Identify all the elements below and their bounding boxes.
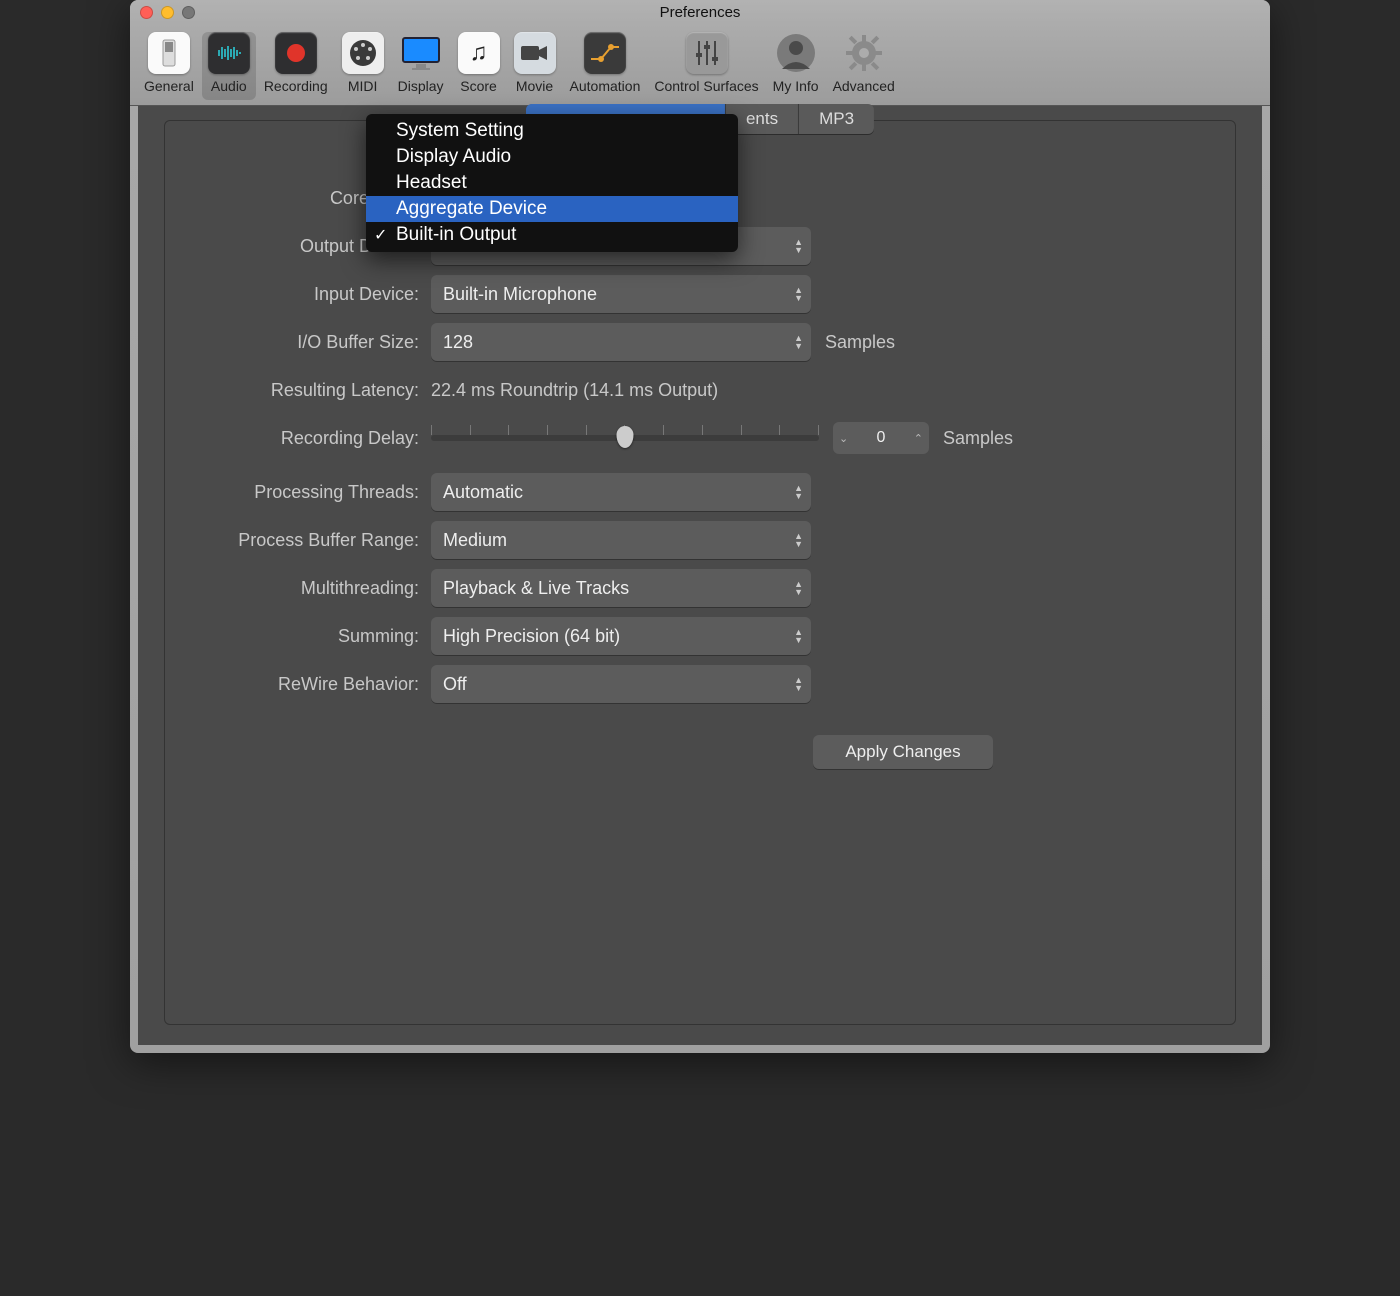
menu-item-display-audio[interactable]: Display Audio <box>366 144 738 170</box>
label-io-buffer: I/O Buffer Size: <box>185 332 431 353</box>
tab-label: Display <box>398 78 444 94</box>
tab-label: Control Surfaces <box>654 78 758 94</box>
tab-label: Movie <box>516 78 553 94</box>
tab-label: General <box>144 78 194 94</box>
titlebar: Preferences <box>130 0 1270 24</box>
menu-item-headset[interactable]: Headset <box>366 170 738 196</box>
tab-display[interactable]: Display <box>392 32 450 100</box>
camera-icon <box>514 32 556 74</box>
settings-panel: ents MP3 Core Audio Output Device: ▲▼ In… <box>164 120 1236 1025</box>
label-latency: Resulting Latency: <box>185 380 431 401</box>
recording-delay-value[interactable]: ⌄ 0 ⌃ <box>833 422 929 454</box>
tab-advanced[interactable]: Advanced <box>827 32 901 100</box>
window-title: Preferences <box>130 4 1270 21</box>
tab-control-surfaces[interactable]: Control Surfaces <box>648 32 764 100</box>
toolbar: General Audio Recording MIDI Display <box>130 24 1270 106</box>
tab-label: MIDI <box>348 78 378 94</box>
chevron-up-icon[interactable]: ⌃ <box>914 432 923 445</box>
label-multithreading: Multithreading: <box>185 578 431 599</box>
input-device-select[interactable]: Built-in Microphone ▲▼ <box>431 275 811 313</box>
summing-select[interactable]: High Precision (64 bit) ▲▼ <box>431 617 811 655</box>
score-icon: ♫ <box>458 32 500 74</box>
menu-item-system-setting[interactable]: System Setting <box>366 118 738 144</box>
tab-label: Audio <box>211 78 247 94</box>
unit-samples: Samples <box>825 332 895 353</box>
stepper-icon: ▲▼ <box>794 532 803 548</box>
select-value: High Precision (64 bit) <box>443 626 620 647</box>
select-value: 128 <box>443 332 473 353</box>
subtab-mp3[interactable]: MP3 <box>799 104 874 134</box>
tab-label: Score <box>460 78 497 94</box>
midi-icon <box>342 32 384 74</box>
monitor-icon <box>400 32 442 74</box>
tab-general[interactable]: General <box>138 32 200 100</box>
tab-label: My Info <box>773 78 819 94</box>
tab-midi[interactable]: MIDI <box>336 32 390 100</box>
label-summing: Summing: <box>185 626 431 647</box>
tab-label: Recording <box>264 78 328 94</box>
label-input-device: Input Device: <box>185 284 431 305</box>
label-process-buffer: Process Buffer Range: <box>185 530 431 551</box>
tab-label: Advanced <box>833 78 895 94</box>
preferences-window: Preferences General Audio Recording MID <box>130 0 1270 1053</box>
io-buffer-select[interactable]: 128 ▲▼ <box>431 323 811 361</box>
tab-audio[interactable]: Audio <box>202 32 256 100</box>
switch-icon <box>148 32 190 74</box>
tab-score[interactable]: ♫ Score <box>452 32 506 100</box>
multithreading-select[interactable]: Playback & Live Tracks ▲▼ <box>431 569 811 607</box>
stepper-icon: ▲▼ <box>794 238 803 254</box>
stepper-icon: ▲▼ <box>794 628 803 644</box>
select-value: Playback & Live Tracks <box>443 578 629 599</box>
recording-delay-slider[interactable] <box>431 435 819 441</box>
automation-icon <box>584 32 626 74</box>
slider-thumb[interactable] <box>617 426 634 448</box>
tab-automation[interactable]: Automation <box>564 32 647 100</box>
faders-icon <box>686 32 728 74</box>
stepper-icon: ▲▼ <box>794 484 803 500</box>
select-value: Medium <box>443 530 507 551</box>
stepper-icon: ▲▼ <box>794 676 803 692</box>
record-icon <box>275 32 317 74</box>
tab-movie[interactable]: Movie <box>508 32 562 100</box>
tab-label: Automation <box>570 78 641 94</box>
menu-item-builtin-output[interactable]: ✓ Built-in Output <box>366 222 738 248</box>
process-buffer-select[interactable]: Medium ▲▼ <box>431 521 811 559</box>
latency-value: 22.4 ms Roundtrip (14.1 ms Output) <box>431 380 1215 401</box>
person-icon <box>775 32 817 74</box>
select-value: Built-in Microphone <box>443 284 597 305</box>
menu-item-aggregate-device[interactable]: Aggregate Device <box>366 196 738 222</box>
check-icon: ✓ <box>374 225 387 245</box>
chevron-down-icon[interactable]: ⌄ <box>839 432 848 445</box>
apply-changes-button[interactable]: Apply Changes <box>813 735 993 769</box>
stepper-icon: ▲▼ <box>794 580 803 596</box>
unit-samples: Samples <box>943 428 1013 449</box>
stepper-icon: ▲▼ <box>794 286 803 302</box>
tab-recording[interactable]: Recording <box>258 32 334 100</box>
rewire-select[interactable]: Off ▲▼ <box>431 665 811 703</box>
label-rewire: ReWire Behavior: <box>185 674 431 695</box>
select-value: Off <box>443 674 467 695</box>
select-value: Automatic <box>443 482 523 503</box>
stepper-icon: ▲▼ <box>794 334 803 350</box>
processing-threads-select[interactable]: Automatic ▲▼ <box>431 473 811 511</box>
gear-icon <box>843 32 885 74</box>
output-device-menu: System Setting Display Audio Headset Agg… <box>366 114 738 252</box>
waveform-icon <box>208 32 250 74</box>
tab-my-info[interactable]: My Info <box>767 32 825 100</box>
label-recording-delay: Recording Delay: <box>185 428 431 449</box>
label-processing-threads: Processing Threads: <box>185 482 431 503</box>
